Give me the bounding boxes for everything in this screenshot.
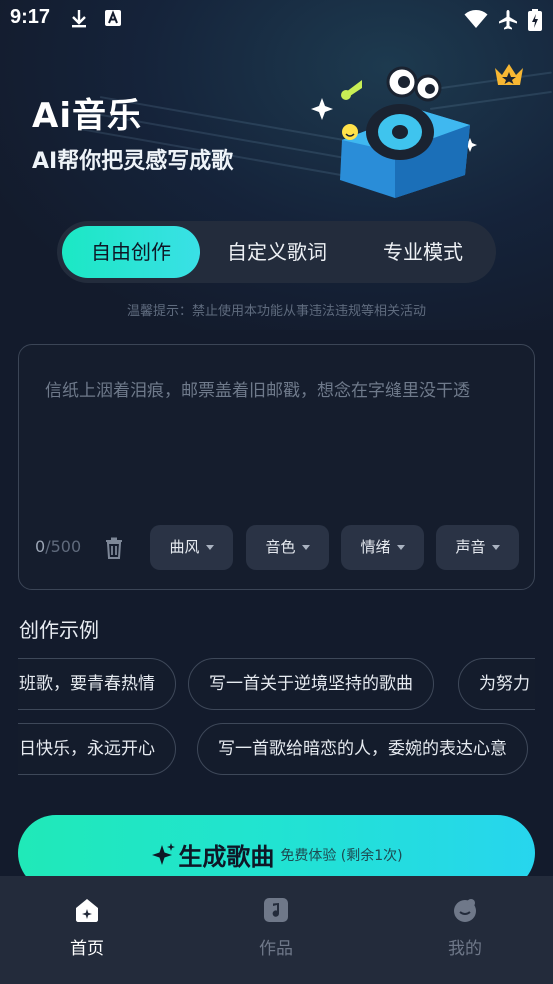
vip-crown-icon[interactable] (492, 60, 526, 88)
mascot-record-player-illustration (311, 66, 477, 198)
status-bar: 9:17 (0, 0, 553, 38)
music-note-icon (264, 898, 288, 922)
usage-notice: 温馨提示：禁止使用本功能从事违法违规等相关活动 (126, 304, 426, 319)
nav-label-home: 首页 (70, 939, 104, 959)
sparkle-icon (152, 842, 176, 865)
download-icon (72, 10, 86, 28)
prompt-input-card[interactable]: 信纸上洇着泪痕，邮票盖着旧邮戳，想念在字缝里没干透 0/500 曲风 音色 情绪… (18, 344, 535, 590)
voice-option-label: 声音 (455, 538, 486, 556)
status-time: 9:17 (10, 6, 51, 28)
free-trial-note: 免费体验 (剩余1次) (280, 847, 403, 864)
chevron-down-icon (491, 545, 500, 550)
char-counter: 0/500 (35, 537, 81, 556)
example-chip[interactable]: 为努力 (458, 658, 535, 710)
chevron-down-icon (205, 545, 214, 550)
style-option-label: 曲风 (169, 538, 200, 556)
tab-custom-lyrics[interactable]: 自定义歌词 (207, 226, 347, 278)
mood-option-label: 情绪 (360, 538, 391, 556)
nav-item-works[interactable]: 作品 (231, 896, 321, 959)
char-count-current: 0 (35, 537, 46, 556)
wifi-icon (464, 10, 488, 28)
app-title-text: Ai音乐 (32, 96, 142, 136)
chevron-down-icon (301, 545, 310, 550)
home-icon (76, 899, 98, 922)
chevron-down-icon (396, 545, 405, 550)
profile-icon (454, 899, 476, 922)
app-title: Ai音乐 (32, 88, 142, 137)
timbre-option-label: 音色 (265, 538, 296, 556)
nav-label-mine: 我的 (448, 939, 482, 959)
mode-tabs: 自由创作 自定义歌词 专业模式 (57, 221, 496, 283)
nav-item-mine[interactable]: 我的 (420, 896, 510, 959)
airplane-mode-icon (499, 10, 517, 30)
app-notification-icon (105, 10, 121, 26)
generate-song-label: 生成歌曲 (178, 843, 275, 871)
nav-item-home[interactable]: 首页 (42, 896, 132, 959)
mood-option-dropdown[interactable]: 情绪 (341, 525, 424, 570)
bottom-navigation: 首页 作品 我的 (0, 876, 553, 984)
prompt-input-placeholder[interactable]: 信纸上洇着泪痕，邮票盖着旧邮戳，想念在字缝里没干透 (45, 376, 515, 401)
style-option-dropdown[interactable]: 曲风 (150, 525, 233, 570)
examples-title: 创作示例 (19, 618, 99, 642)
nav-label-works: 作品 (259, 939, 293, 959)
example-chip[interactable]: 写一首歌给暗恋的人，委婉的表达心意 (197, 723, 528, 775)
example-chip[interactable]: 班歌，要青春热情 (18, 658, 176, 710)
example-chip[interactable]: 写一首关于逆境坚持的歌曲 (188, 658, 434, 710)
tab-free-create[interactable]: 自由创作 (62, 226, 200, 278)
tab-pro-mode[interactable]: 专业模式 (353, 226, 493, 278)
app-subtitle: AI帮你把灵感写成歌 (32, 149, 234, 174)
battery-charging-icon (528, 9, 542, 31)
timbre-option-dropdown[interactable]: 音色 (246, 525, 329, 570)
example-chip[interactable]: 日快乐，永远开心 (18, 723, 176, 775)
examples-row-1: 班歌，要青春热情 写一首关于逆境坚持的歌曲 为努力 (18, 658, 535, 712)
examples-row-2: 日快乐，永远开心 写一首歌给暗恋的人，委婉的表达心意 (18, 723, 535, 777)
voice-option-dropdown[interactable]: 声音 (436, 525, 519, 570)
char-count-max: /500 (45, 537, 82, 556)
clear-trash-icon[interactable] (105, 537, 123, 559)
